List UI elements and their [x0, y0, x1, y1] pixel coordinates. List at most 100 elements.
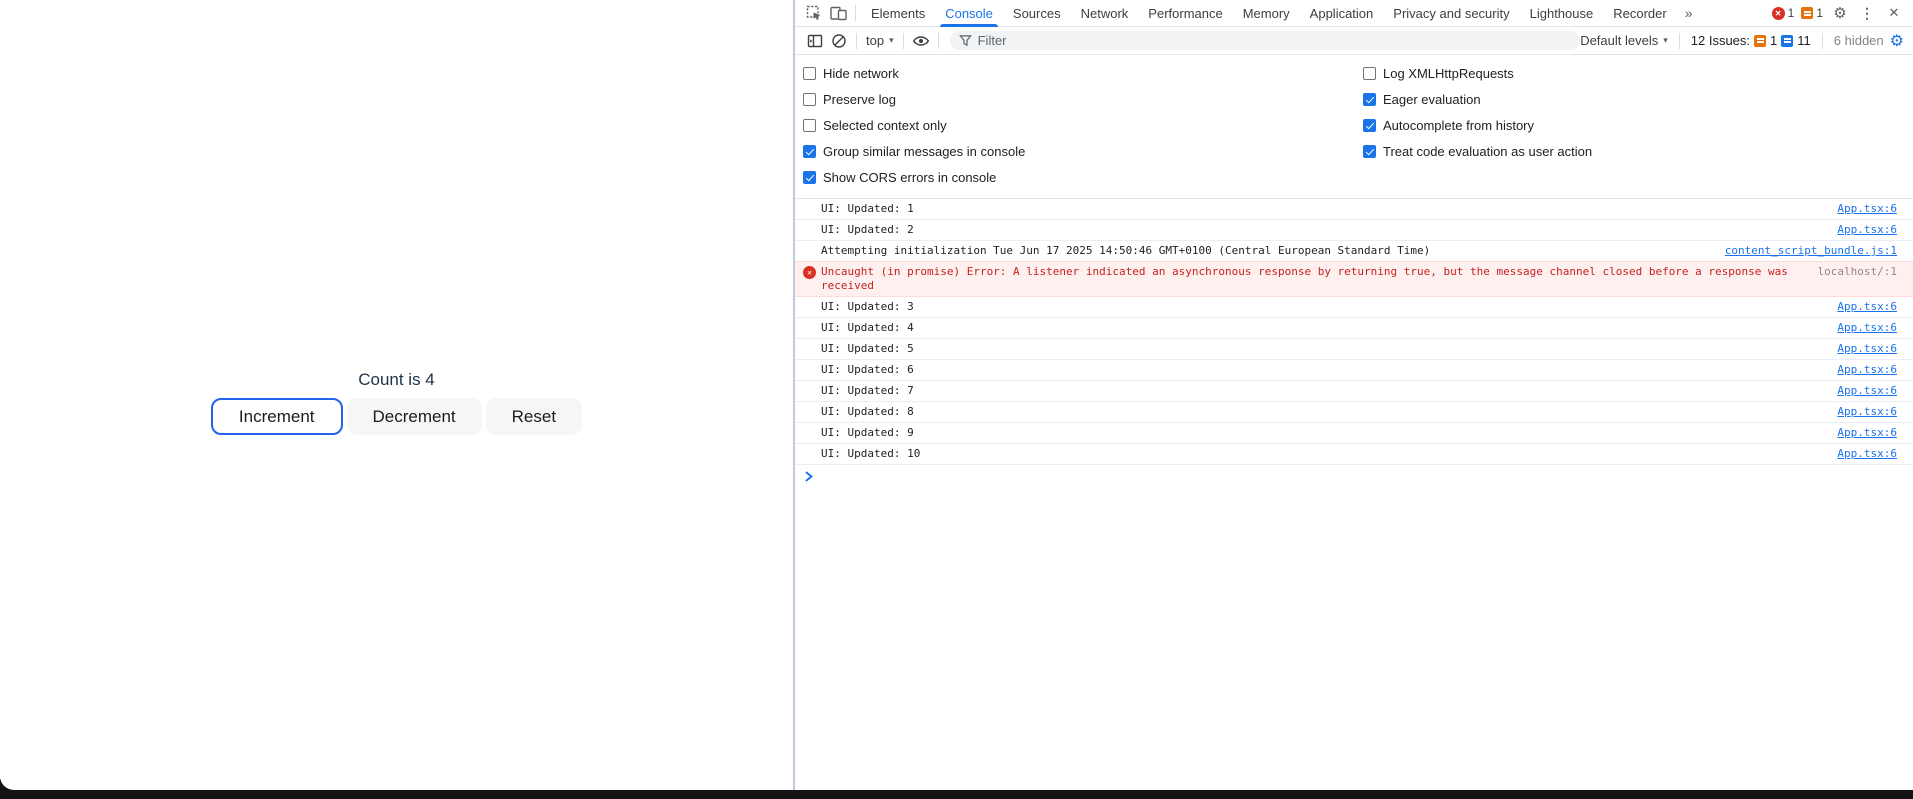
console-source-link[interactable]: App.tsx:6	[1837, 202, 1897, 216]
issues-warn-count: 1	[1770, 33, 1778, 48]
console-message-text: UI: Updated: 3	[821, 300, 914, 313]
toolbar-separator	[1678, 32, 1680, 49]
tab-lighthouse[interactable]: Lighthouse	[1520, 0, 1604, 27]
issue-warning-icon	[1754, 34, 1767, 47]
checkbox-box[interactable]	[803, 171, 816, 184]
checkbox-preserve-log[interactable]: Preserve log	[803, 92, 1363, 107]
tab-memory[interactable]: Memory	[1233, 0, 1300, 27]
console-messages-list: UI: Updated: 1 App.tsx:6 UI: Updated: 2 …	[795, 199, 1913, 465]
checkbox-box[interactable]	[803, 67, 816, 80]
console-sidebar-toggle-icon[interactable]	[803, 28, 827, 54]
console-source-link[interactable]: App.tsx:6	[1837, 363, 1897, 377]
console-toolbar-right: Default levels ▾ 12 Issues: 1 11 6 hidde…	[1580, 31, 1904, 51]
devtools-panel: Elements Console Sources Network Perform…	[795, 0, 1913, 790]
console-message-row: UI: Updated: 10 App.tsx:6	[795, 444, 1913, 465]
settings-left-column: Hide network Preserve log Selected conte…	[803, 66, 1363, 185]
tab-sources[interactable]: Sources	[1003, 0, 1071, 27]
checkbox-hide-network[interactable]: Hide network	[803, 66, 1363, 81]
devtools-resize-divider[interactable]	[793, 0, 795, 790]
console-prompt-icon	[805, 471, 813, 482]
more-tabs-icon[interactable]: »	[1677, 5, 1701, 21]
decrement-button[interactable]: Decrement	[346, 398, 482, 435]
tab-network[interactable]: Network	[1071, 0, 1139, 27]
checkbox-label: Group similar messages in console	[823, 144, 1026, 159]
checkbox-label: Treat code evaluation as user action	[1383, 144, 1593, 159]
console-message-text: UI: Updated: 2	[821, 223, 914, 236]
console-source-link[interactable]: App.tsx:6	[1837, 384, 1897, 398]
filter-input[interactable]: Filter	[949, 31, 1581, 50]
chevron-down-icon: ▾	[889, 35, 894, 45]
checkbox-eager-evaluation[interactable]: Eager evaluation	[1363, 92, 1592, 107]
javascript-context-selector[interactable]: top ▾	[862, 33, 898, 48]
console-source-link[interactable]: content_script_bundle.js:1	[1725, 244, 1897, 258]
console-source-link[interactable]: App.tsx:6	[1837, 300, 1897, 314]
count-label: Count is 4	[358, 370, 435, 389]
hidden-messages-label: 6 hidden	[1833, 33, 1884, 48]
issue-count: 1	[1816, 6, 1823, 20]
console-message-text: UI: Updated: 8	[821, 405, 914, 418]
log-levels-dropdown[interactable]: Default levels ▾	[1580, 33, 1668, 48]
console-source-link[interactable]: App.tsx:6	[1837, 405, 1897, 419]
tabbar-right-controls: ✕ 1 1 ⚙ ⋮ ✕	[1771, 2, 1913, 24]
checkbox-log-xmlhttprequests[interactable]: Log XMLHttpRequests	[1363, 66, 1592, 81]
reset-button[interactable]: Reset	[485, 398, 583, 435]
checkbox-label: Preserve log	[823, 92, 896, 107]
console-error-counter[interactable]: ✕ 1	[1771, 6, 1795, 20]
clear-console-icon[interactable]	[827, 28, 851, 54]
close-devtools-icon[interactable]: ✕	[1884, 2, 1904, 24]
console-prompt[interactable]	[795, 465, 1913, 482]
checkbox-group-similar-messages[interactable]: Group similar messages in console	[803, 144, 1363, 159]
checkbox-box[interactable]	[1363, 119, 1376, 132]
tab-recorder[interactable]: Recorder	[1603, 0, 1676, 27]
console-message-row: UI: Updated: 1 App.tsx:6	[795, 199, 1913, 220]
console-settings-gear-icon[interactable]: ⚙	[1890, 31, 1904, 51]
checkbox-box[interactable]	[1363, 145, 1376, 158]
tab-console[interactable]: Console	[935, 0, 1003, 27]
app-pane: Count is 4 Increment Decrement Reset	[0, 0, 793, 790]
checkbox-box[interactable]	[1363, 93, 1376, 106]
checkbox-treat-code-eval-as-user-action[interactable]: Treat code evaluation as user action	[1363, 144, 1592, 159]
toolbar-separator	[902, 32, 904, 49]
checkbox-show-cors-errors[interactable]: Show CORS errors in console	[803, 170, 1363, 185]
checkbox-label: Selected context only	[823, 118, 947, 133]
console-source-link[interactable]: App.tsx:6	[1837, 342, 1897, 356]
log-levels-value: Default levels	[1580, 33, 1659, 48]
increment-button[interactable]: Increment	[210, 398, 343, 435]
checkbox-box[interactable]	[1363, 67, 1376, 80]
console-source-link[interactable]: App.tsx:6	[1837, 223, 1897, 237]
chevron-down-icon: ▾	[1663, 35, 1668, 45]
console-source-link[interactable]: App.tsx:6	[1837, 426, 1897, 440]
more-options-icon[interactable]: ⋮	[1857, 2, 1877, 24]
checkbox-box[interactable]	[803, 93, 816, 106]
settings-gear-icon[interactable]: ⚙	[1830, 2, 1850, 24]
tab-application[interactable]: Application	[1300, 0, 1384, 27]
console-message-text: UI: Updated: 10	[821, 447, 921, 460]
console-message-row: UI: Updated: 6 App.tsx:6	[795, 360, 1913, 381]
tab-privacy-and-security[interactable]: Privacy and security	[1383, 0, 1519, 27]
console-message-text: UI: Updated: 5	[821, 342, 914, 355]
issues-info-count: 11	[1797, 33, 1811, 48]
console-source-link[interactable]: App.tsx:6	[1837, 447, 1897, 461]
checkbox-autocomplete-from-history[interactable]: Autocomplete from history	[1363, 118, 1592, 133]
tab-elements[interactable]: Elements	[861, 0, 935, 27]
issues-counter[interactable]: 1	[1801, 6, 1823, 20]
live-expression-eye-icon[interactable]	[909, 28, 933, 54]
checkbox-label: Autocomplete from history	[1383, 118, 1535, 133]
console-source-link[interactable]: localhost/:1	[1818, 265, 1897, 279]
toolbar-separator	[1821, 32, 1823, 49]
checkbox-selected-context-only[interactable]: Selected context only	[803, 118, 1363, 133]
console-message-row: UI: Updated: 8 App.tsx:6	[795, 402, 1913, 423]
issues-link[interactable]: 12 Issues: 1 11	[1691, 33, 1811, 48]
console-error-message-row: ✕ Uncaught (in promise) Error: A listene…	[795, 261, 1913, 297]
checkbox-label: Log XMLHttpRequests	[1383, 66, 1514, 81]
checkbox-box[interactable]	[803, 119, 816, 132]
counter-widget: Count is 4 Increment Decrement Reset	[0, 370, 793, 435]
device-toolbar-icon[interactable]	[826, 0, 850, 26]
console-source-link[interactable]: App.tsx:6	[1837, 321, 1897, 335]
error-count: 1	[1787, 6, 1795, 20]
console-message-text: Uncaught (in promise) Error: A listener …	[821, 265, 1788, 292]
checkbox-box[interactable]	[803, 145, 816, 158]
filter-placeholder: Filter	[977, 33, 1007, 48]
inspect-element-icon[interactable]	[802, 0, 826, 26]
tab-performance[interactable]: Performance	[1138, 0, 1232, 27]
